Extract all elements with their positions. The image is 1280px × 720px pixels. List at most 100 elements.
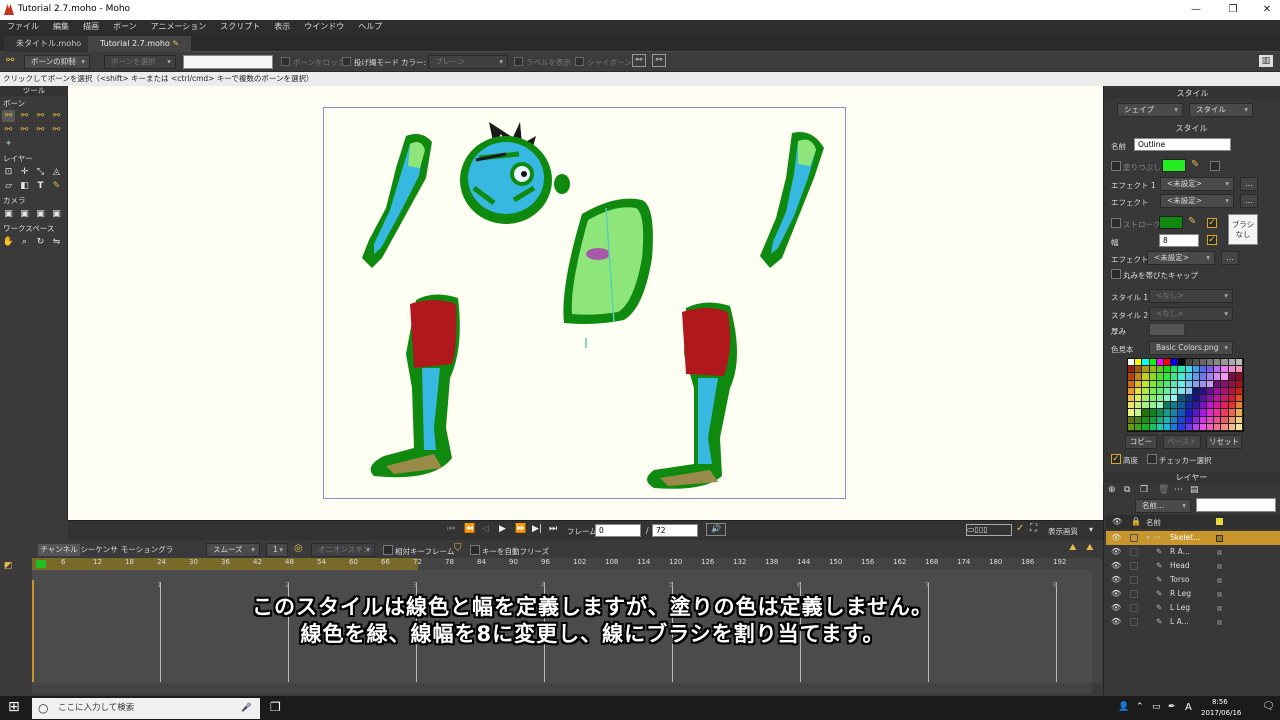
palette-swatch[interactable] bbox=[1221, 394, 1229, 403]
clock-date[interactable]: 2017/06/16 bbox=[1201, 709, 1241, 717]
layer-search-input[interactable] bbox=[1196, 498, 1276, 512]
effect1-more-button[interactable]: ... bbox=[1240, 177, 1258, 191]
step-forward-icon[interactable]: ▶| bbox=[532, 524, 542, 534]
palette-swatch[interactable] bbox=[1214, 387, 1222, 395]
palette-swatch[interactable] bbox=[1207, 423, 1215, 431]
windows-start-icon[interactable]: ⊞ bbox=[8, 699, 20, 715]
palette-swatch[interactable] bbox=[1163, 359, 1172, 367]
palette-swatch[interactable] bbox=[1128, 380, 1136, 388]
palette-swatch[interactable] bbox=[1228, 387, 1236, 395]
palette-swatch[interactable] bbox=[1207, 373, 1215, 381]
zoom-icon[interactable]: ⌕ bbox=[18, 236, 31, 248]
view-layout-icons[interactable]: ▭▯▯▯ bbox=[966, 524, 1012, 536]
timeline-vscrollbar[interactable] bbox=[1092, 570, 1102, 683]
palette-swatch[interactable] bbox=[1171, 359, 1179, 367]
palette-swatch[interactable] bbox=[1128, 409, 1136, 417]
palette-swatch[interactable] bbox=[1135, 380, 1143, 388]
palette-swatch[interactable] bbox=[1192, 373, 1200, 381]
checker-checkbox[interactable] bbox=[1147, 454, 1157, 464]
menu-view[interactable]: 表示 bbox=[267, 20, 297, 34]
palette-swatch[interactable] bbox=[1185, 380, 1193, 388]
palette-swatch[interactable] bbox=[1199, 359, 1208, 367]
palette-swatch[interactable] bbox=[1214, 402, 1222, 410]
palette-swatch[interactable] bbox=[1178, 423, 1186, 431]
palette-swatch[interactable] bbox=[1207, 380, 1215, 388]
visibility-eye-icon[interactable]: 👁 bbox=[1111, 589, 1123, 598]
palette-swatch[interactable] bbox=[1171, 373, 1179, 381]
menu-script[interactable]: スクリプト bbox=[213, 20, 267, 34]
tray-chevron-icon[interactable]: ⌃ bbox=[1136, 702, 1144, 712]
rewind-icon[interactable]: ⏮ bbox=[447, 524, 455, 534]
layer-settings-icon[interactable]: ⋯ bbox=[1174, 484, 1183, 496]
bone-strength-icon[interactable]: ⚯ bbox=[652, 54, 666, 67]
palette-swatch[interactable] bbox=[1135, 359, 1143, 367]
palette-swatch[interactable] bbox=[1199, 387, 1208, 395]
fill-color-swatch[interactable] bbox=[1162, 159, 1186, 172]
stroke-color-swatch[interactable] bbox=[1159, 216, 1183, 229]
palette-swatch[interactable] bbox=[1235, 373, 1243, 381]
palette-swatch[interactable] bbox=[1142, 416, 1150, 424]
palette-swatch[interactable] bbox=[1178, 409, 1186, 417]
palette-swatch[interactable] bbox=[1171, 387, 1179, 395]
palette-swatch[interactable] bbox=[1149, 380, 1157, 388]
palette-swatch[interactable] bbox=[1171, 409, 1179, 417]
track-camera-icon[interactable]: ▣ bbox=[2, 208, 15, 220]
palette-swatch[interactable] bbox=[1156, 380, 1164, 388]
tab-sequencer[interactable]: シーケンサ bbox=[80, 544, 118, 556]
palette-swatch[interactable] bbox=[1142, 359, 1150, 367]
close-button[interactable]: ✕ bbox=[1256, 2, 1278, 18]
palette-swatch[interactable] bbox=[1171, 416, 1179, 424]
ime-indicator[interactable]: A bbox=[1185, 702, 1192, 713]
menu-window[interactable]: ウインドウ bbox=[297, 20, 351, 34]
text-tool-icon[interactable]: T bbox=[34, 180, 47, 192]
palette-swatch[interactable] bbox=[1163, 402, 1172, 410]
palette-swatch[interactable] bbox=[1128, 416, 1136, 424]
roll-camera-icon[interactable]: ▣ bbox=[34, 208, 47, 220]
color-dropdown[interactable]: プレーン bbox=[428, 55, 508, 69]
layer-row[interactable]: 👁 ✎ R A... bbox=[1106, 545, 1280, 559]
scale-bone-icon[interactable]: ⚯ bbox=[34, 110, 47, 122]
palette-swatch[interactable] bbox=[1192, 366, 1200, 374]
menu-animation[interactable]: アニメーション bbox=[144, 20, 214, 34]
bone-constraint-dropdown[interactable]: ボーンの抑制 bbox=[24, 55, 90, 69]
palette-swatch[interactable] bbox=[1171, 402, 1179, 410]
palette-swatch[interactable] bbox=[1178, 373, 1186, 381]
palette-swatch[interactable] bbox=[1207, 387, 1215, 395]
palette-swatch[interactable] bbox=[1199, 423, 1208, 431]
orbit-workspace-icon[interactable]: ⇋ bbox=[50, 236, 63, 248]
visibility-eye-icon[interactable]: 👁 bbox=[1111, 617, 1123, 626]
auto-freeze-checkbox[interactable] bbox=[470, 545, 480, 555]
palette-swatch[interactable] bbox=[1149, 366, 1157, 374]
palette-swatch[interactable] bbox=[1235, 359, 1243, 367]
palette-swatch[interactable] bbox=[1185, 387, 1193, 395]
palette-swatch[interactable] bbox=[1185, 366, 1193, 374]
offset-bone-icon[interactable]: ✦ bbox=[2, 138, 15, 150]
show-labels-checkbox[interactable] bbox=[514, 57, 523, 66]
network-icon[interactable]: ▭ bbox=[1152, 702, 1161, 712]
palette-swatch[interactable] bbox=[1135, 416, 1143, 424]
palette-swatch[interactable] bbox=[1214, 359, 1222, 367]
scale-layer-icon[interactable]: ⤡ bbox=[34, 166, 47, 178]
palette-swatch[interactable] bbox=[1142, 394, 1150, 403]
palette-swatch[interactable] bbox=[1178, 380, 1186, 388]
duplicate-layer-icon[interactable]: ⧉ bbox=[1124, 484, 1130, 496]
layer-sort-dropdown[interactable]: 名前... bbox=[1135, 499, 1191, 513]
display-quality-arrow-icon[interactable]: ▾ bbox=[1089, 525, 1093, 534]
palette-swatch[interactable] bbox=[1228, 423, 1236, 431]
copy-button[interactable]: コピー bbox=[1125, 435, 1157, 449]
palette-swatch[interactable] bbox=[1214, 409, 1222, 417]
bone-visibility-icon[interactable]: ⚯ bbox=[632, 54, 646, 67]
shear-layer-icon[interactable]: ▱ bbox=[2, 180, 15, 192]
timeline-scrollbar[interactable] bbox=[32, 683, 1092, 694]
palette-swatch[interactable] bbox=[1185, 409, 1193, 417]
current-frame-marker[interactable] bbox=[36, 560, 46, 568]
palette-swatch[interactable] bbox=[1228, 359, 1236, 367]
palette-swatch[interactable] bbox=[1156, 409, 1164, 417]
current-frame-input[interactable]: 0 bbox=[595, 524, 641, 537]
palette-swatch[interactable] bbox=[1163, 387, 1172, 395]
microphone-icon[interactable]: 🎤 bbox=[241, 698, 252, 719]
palette-swatch[interactable] bbox=[1178, 416, 1186, 424]
flip-layer-icon[interactable]: ◧ bbox=[18, 180, 31, 192]
notification-icon[interactable]: 🗨 bbox=[1262, 701, 1275, 712]
palette-swatch[interactable] bbox=[1135, 394, 1143, 403]
